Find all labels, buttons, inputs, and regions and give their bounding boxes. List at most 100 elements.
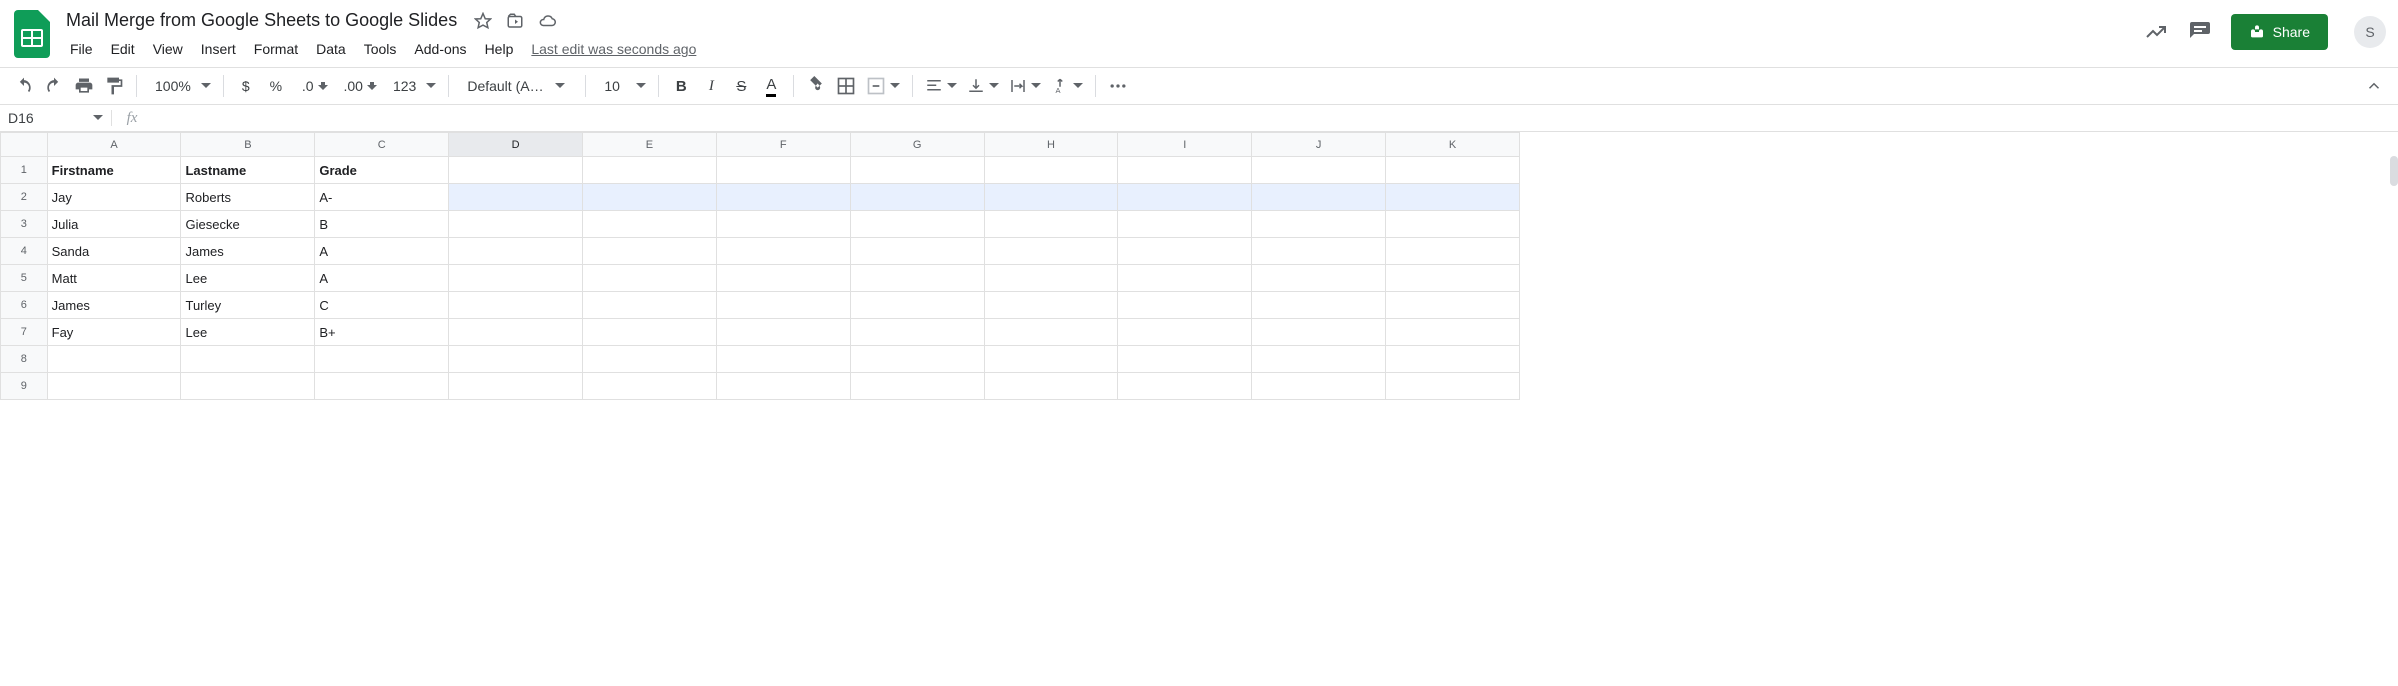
column-header-G[interactable]: G	[850, 133, 984, 157]
cell-C3[interactable]: B	[315, 211, 449, 238]
cell-I4[interactable]	[1118, 238, 1252, 265]
cell-D7[interactable]	[449, 319, 583, 346]
font-size-dropdown[interactable]: 10	[594, 78, 650, 94]
cell-A5[interactable]: Matt	[47, 265, 181, 292]
cell-F1[interactable]	[716, 157, 850, 184]
cell-E7[interactable]	[583, 319, 717, 346]
cell-I5[interactable]	[1118, 265, 1252, 292]
cell-I3[interactable]	[1118, 211, 1252, 238]
cell-H4[interactable]	[984, 238, 1118, 265]
menu-help[interactable]: Help	[477, 37, 522, 61]
more-toolbar-button[interactable]	[1104, 72, 1132, 100]
account-avatar[interactable]: S	[2354, 16, 2386, 48]
menu-view[interactable]: View	[145, 37, 191, 61]
row-header-1[interactable]: 1	[1, 157, 48, 184]
column-header-E[interactable]: E	[583, 133, 717, 157]
move-icon[interactable]	[505, 11, 525, 31]
column-header-D[interactable]: D	[449, 133, 583, 157]
cell-K2[interactable]	[1386, 184, 1520, 211]
cell-B1[interactable]: Lastname	[181, 157, 315, 184]
cell-K7[interactable]	[1386, 319, 1520, 346]
cell-F6[interactable]	[716, 292, 850, 319]
cell-B4[interactable]: James	[181, 238, 315, 265]
format-percent-button[interactable]: %	[262, 72, 290, 100]
cell-H1[interactable]	[984, 157, 1118, 184]
zoom-dropdown[interactable]: 100%	[145, 78, 215, 94]
cell-G8[interactable]	[850, 346, 984, 373]
cell-E6[interactable]	[583, 292, 717, 319]
cell-B8[interactable]	[181, 346, 315, 373]
activity-icon[interactable]	[2143, 19, 2169, 45]
cell-H5[interactable]	[984, 265, 1118, 292]
row-header-4[interactable]: 4	[1, 238, 48, 265]
cell-B6[interactable]: Turley	[181, 292, 315, 319]
cell-G4[interactable]	[850, 238, 984, 265]
cell-C9[interactable]	[315, 373, 449, 400]
cell-H7[interactable]	[984, 319, 1118, 346]
cell-H3[interactable]	[984, 211, 1118, 238]
cell-I2[interactable]	[1118, 184, 1252, 211]
decrease-decimal-button[interactable]: .0	[292, 72, 332, 100]
format-currency-button[interactable]: $	[232, 72, 260, 100]
menu-tools[interactable]: Tools	[356, 37, 405, 61]
vertical-align-dropdown[interactable]	[963, 77, 1003, 95]
text-rotation-dropdown[interactable]: A	[1047, 77, 1087, 95]
row-header-2[interactable]: 2	[1, 184, 48, 211]
menu-file[interactable]: File	[62, 37, 101, 61]
cloud-status-icon[interactable]	[537, 11, 557, 31]
cell-J7[interactable]	[1252, 319, 1386, 346]
menu-data[interactable]: Data	[308, 37, 354, 61]
more-formats-dropdown[interactable]: 123	[383, 78, 440, 94]
column-header-K[interactable]: K	[1386, 133, 1520, 157]
cell-B3[interactable]: Giesecke	[181, 211, 315, 238]
spreadsheet-grid[interactable]: ABCDEFGHIJK1FirstnameLastnameGrade2JayRo…	[0, 132, 2398, 400]
cell-B9[interactable]	[181, 373, 315, 400]
cell-F2[interactable]	[716, 184, 850, 211]
cell-I8[interactable]	[1118, 346, 1252, 373]
cell-E3[interactable]	[583, 211, 717, 238]
borders-button[interactable]	[832, 72, 860, 100]
cell-F3[interactable]	[716, 211, 850, 238]
cell-C8[interactable]	[315, 346, 449, 373]
cell-K8[interactable]	[1386, 346, 1520, 373]
cell-D2[interactable]	[449, 184, 583, 211]
cell-A2[interactable]: Jay	[47, 184, 181, 211]
cell-I7[interactable]	[1118, 319, 1252, 346]
menu-insert[interactable]: Insert	[193, 37, 244, 61]
cell-F5[interactable]	[716, 265, 850, 292]
menu-format[interactable]: Format	[246, 37, 306, 61]
paint-format-button[interactable]	[100, 72, 128, 100]
cell-K6[interactable]	[1386, 292, 1520, 319]
cell-B7[interactable]: Lee	[181, 319, 315, 346]
cell-G1[interactable]	[850, 157, 984, 184]
undo-button[interactable]	[10, 72, 38, 100]
row-header-5[interactable]: 5	[1, 265, 48, 292]
cell-D8[interactable]	[449, 346, 583, 373]
menu-add-ons[interactable]: Add-ons	[406, 37, 474, 61]
cell-H8[interactable]	[984, 346, 1118, 373]
sheets-app-icon[interactable]	[12, 8, 52, 60]
formula-input[interactable]	[152, 105, 2398, 131]
cell-D1[interactable]	[449, 157, 583, 184]
cell-D9[interactable]	[449, 373, 583, 400]
cell-A4[interactable]: Sanda	[47, 238, 181, 265]
column-header-I[interactable]: I	[1118, 133, 1252, 157]
cell-G6[interactable]	[850, 292, 984, 319]
cell-G7[interactable]	[850, 319, 984, 346]
cell-K4[interactable]	[1386, 238, 1520, 265]
cell-C2[interactable]: A-	[315, 184, 449, 211]
cell-K1[interactable]	[1386, 157, 1520, 184]
row-header-3[interactable]: 3	[1, 211, 48, 238]
vertical-scrollbar[interactable]	[2390, 156, 2398, 186]
cell-I6[interactable]	[1118, 292, 1252, 319]
cell-A8[interactable]	[47, 346, 181, 373]
cell-J6[interactable]	[1252, 292, 1386, 319]
cell-D6[interactable]	[449, 292, 583, 319]
cell-A1[interactable]: Firstname	[47, 157, 181, 184]
cell-I1[interactable]	[1118, 157, 1252, 184]
cell-B5[interactable]: Lee	[181, 265, 315, 292]
cell-G3[interactable]	[850, 211, 984, 238]
cell-H2[interactable]	[984, 184, 1118, 211]
cell-E8[interactable]	[583, 346, 717, 373]
merge-cells-dropdown[interactable]	[862, 76, 904, 96]
